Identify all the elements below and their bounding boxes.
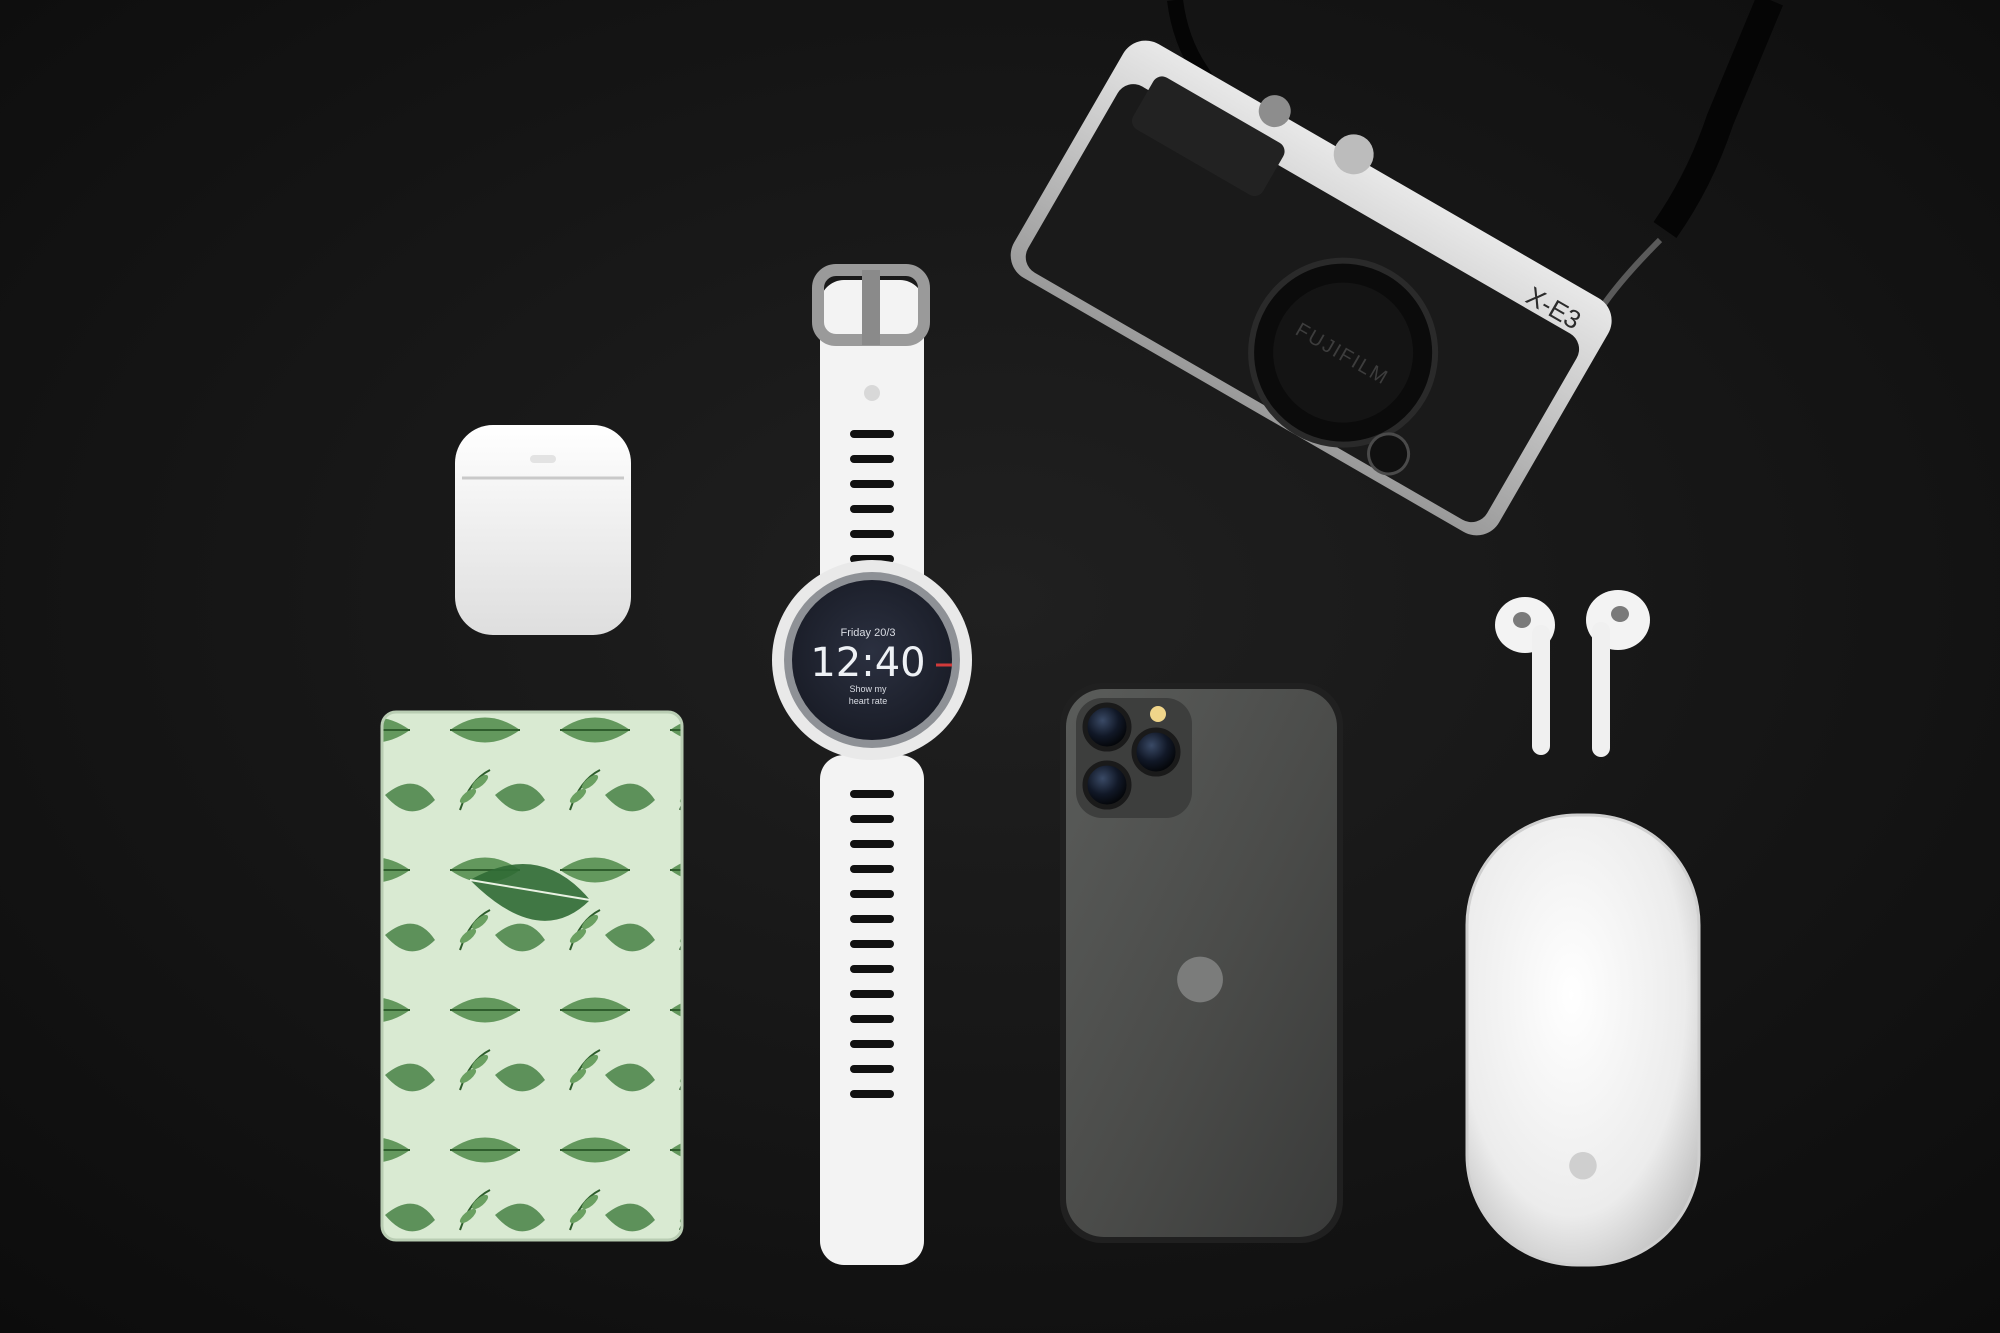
watch-prompt-line1: Show my [849,684,887,694]
strap-hole [850,965,894,973]
strap-hole [850,1065,894,1073]
strap-hole [850,865,894,873]
strap-hole [850,530,894,538]
iphone-back: ● [1060,683,1343,1243]
strap-hole [850,455,894,463]
leaf-pattern-powerbank [380,710,684,1242]
strap-hole [850,990,894,998]
strap-hole [850,1015,894,1023]
strap-hole [850,840,894,848]
strap-hole [850,1040,894,1048]
mouse-apple-logo-icon: ● [1567,1143,1598,1184]
watch-time: 12:40 [810,640,925,686]
strap-hole [850,505,894,513]
strap-hole [850,815,894,823]
strap-hole [850,940,894,948]
magic-mouse: ● [1465,813,1701,1267]
strap-hole [850,915,894,923]
airpods-case [455,425,631,635]
strap-hole [850,1090,894,1098]
flatlay-photo: FUJIFILM X-E3 Friday 20/3 12:40 Show my … [0,0,2000,1333]
strap-hole [850,430,894,438]
strap-hole [850,890,894,898]
strap-hole [850,480,894,488]
strap-hole [850,790,894,798]
phone-apple-logo-icon: ● [1174,940,1226,1010]
watch-date: Friday 20/3 [840,627,895,639]
watch-prompt-line2: heart rate [849,696,888,706]
